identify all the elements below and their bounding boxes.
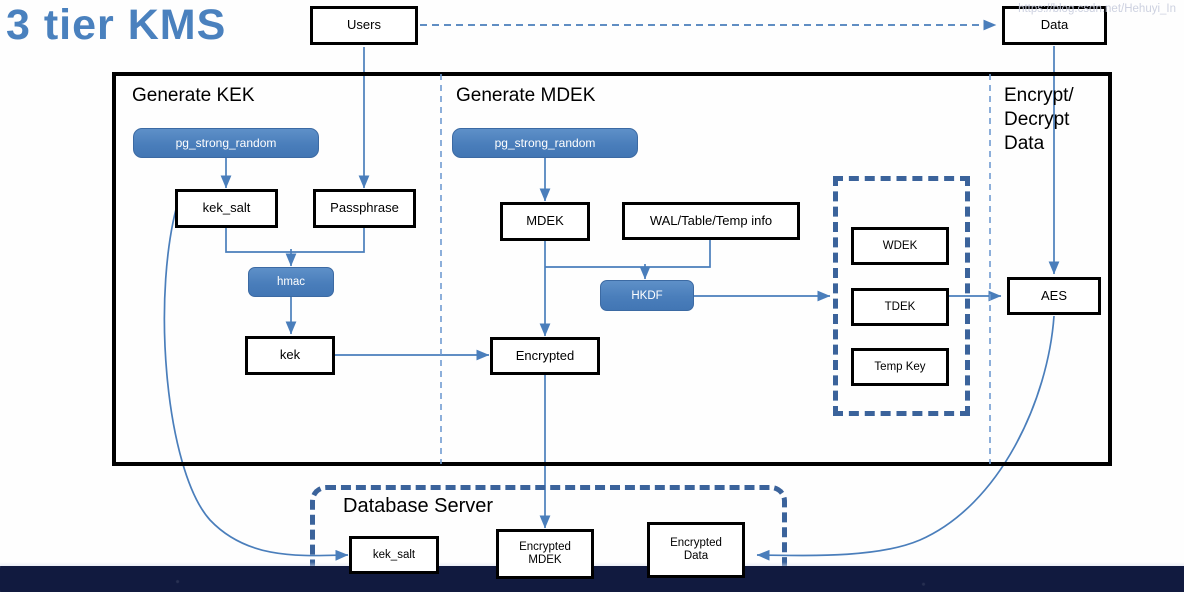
node-users[interactable]: Users <box>310 6 418 45</box>
section-label-generate-mdek: Generate MDEK <box>456 85 596 106</box>
process-pg-strong-random-kek-label: pg_strong_random <box>175 136 277 150</box>
node-encrypted[interactable]: Encrypted <box>490 337 600 375</box>
process-hkdf-label: HKDF <box>631 289 663 302</box>
node-wdek[interactable]: WDEK <box>851 227 949 265</box>
process-pg-strong-random-mdek[interactable]: pg_strong_random <box>452 128 638 158</box>
page-title: 3 tier KMS <box>6 1 227 49</box>
node-wal-table-temp-info[interactable]: WAL/Table/Temp info <box>622 202 800 240</box>
node-users-label: Users <box>347 17 381 33</box>
node-kek-label: kek <box>279 347 301 363</box>
node-db-kek-salt-label: kek_salt <box>372 548 416 561</box>
node-mdek[interactable]: MDEK <box>500 202 590 241</box>
node-aes[interactable]: AES <box>1007 277 1101 315</box>
node-db-encrypted-data[interactable]: Encrypted Data <box>647 522 745 578</box>
node-data-label: Data <box>1040 17 1069 33</box>
watermark-text: https://blog.csdn.net/Hehuyi_In <box>1018 3 1176 15</box>
node-passphrase[interactable]: Passphrase <box>313 189 416 228</box>
section-label-encrypt-decrypt-data: Encrypt/ Decrypt Data <box>1004 85 1074 154</box>
node-db-encrypted-mdek[interactable]: Encrypted MDEK <box>496 529 594 579</box>
node-temp-key[interactable]: Temp Key <box>851 348 949 386</box>
node-kek-salt[interactable]: kek_salt <box>175 189 278 228</box>
node-db-encrypted-mdek-label: Encrypted MDEK <box>519 541 571 566</box>
node-wdek-label: WDEK <box>882 239 918 252</box>
node-encrypted-label: Encrypted <box>515 347 575 363</box>
node-db-encrypted-data-label: Encrypted Data <box>670 537 722 562</box>
node-wal-table-temp-info-label: WAL/Table/Temp info <box>649 212 773 228</box>
node-kek-salt-label: kek_salt <box>202 200 251 216</box>
node-temp-key-label: Temp Key <box>874 360 926 373</box>
section-label-database-server: Database Server <box>343 495 494 517</box>
diagram-canvas: 3 tier KMS Users Data Generate KEK Gener… <box>0 0 1184 592</box>
process-pg-strong-random-mdek-label: pg_strong_random <box>494 136 596 150</box>
node-db-kek-salt[interactable]: kek_salt <box>349 536 439 574</box>
section-label-generate-kek: Generate KEK <box>132 85 255 106</box>
node-aes-label: AES <box>1040 287 1067 303</box>
process-hkdf[interactable]: HKDF <box>600 280 694 311</box>
node-tdek-label: TDEK <box>884 300 916 313</box>
node-tdek[interactable]: TDEK <box>851 288 949 326</box>
process-pg-strong-random-kek[interactable]: pg_strong_random <box>133 128 319 158</box>
node-passphrase-label: Passphrase <box>330 200 399 216</box>
process-hmac[interactable]: hmac <box>248 267 334 297</box>
process-hmac-label: hmac <box>276 276 306 288</box>
node-kek[interactable]: kek <box>245 336 335 375</box>
node-mdek-label: MDEK <box>526 213 564 229</box>
